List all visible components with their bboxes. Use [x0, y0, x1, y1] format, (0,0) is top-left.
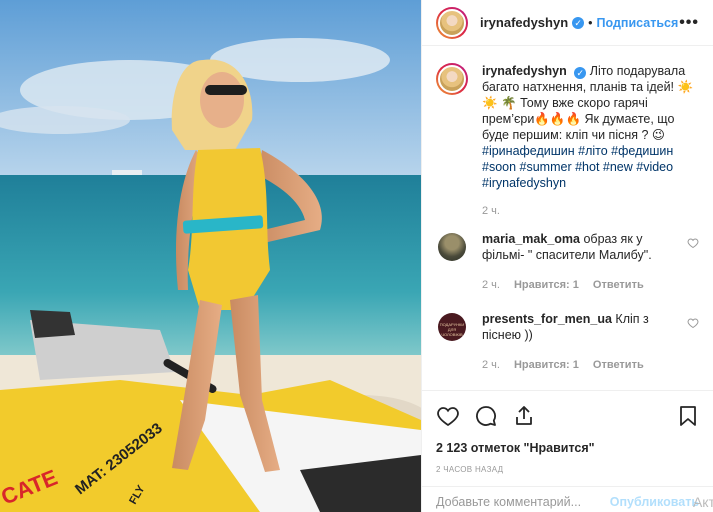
caption-meta: 2 ч.	[482, 205, 699, 217]
comment-bubble-icon[interactable]	[474, 404, 498, 428]
post-photo[interactable]: MAT: 23052033 FLY CATE	[0, 0, 421, 512]
action-icons	[436, 403, 699, 429]
posted-time[interactable]: 2 ЧАСОВ НАЗАД	[436, 465, 699, 474]
activation-watermark: Акт	[692, 494, 713, 510]
comment-body: maria_mak_oma образ як у фільмі- " спаси…	[482, 231, 687, 263]
caption-time[interactable]: 2 ч.	[482, 205, 500, 217]
bookmark-icon[interactable]	[677, 404, 699, 428]
comment-username[interactable]: presents_for_men_ua	[482, 312, 612, 326]
like-comment-heart-icon[interactable]	[687, 317, 699, 329]
comment-likes[interactable]: Нравится: 1	[514, 359, 579, 371]
reply-button[interactable]: Ответить	[593, 359, 644, 371]
likes-count[interactable]: 2 123 отметок "Нравится"	[436, 441, 699, 455]
like-heart-icon[interactable]	[436, 404, 460, 428]
reply-button[interactable]: Ответить	[593, 279, 644, 291]
verified-badge-icon: ✓	[572, 16, 585, 29]
add-comment-bar: Опубликовать Акт	[422, 486, 713, 512]
caption-body: irynafedyshyn ✓ Літо подарувала багато н…	[482, 63, 699, 191]
comments-list[interactable]: irynafedyshyn ✓ Літо подарувала багато н…	[422, 47, 713, 390]
caption: irynafedyshyn ✓ Літо подарувала багато н…	[436, 63, 699, 191]
comment-time[interactable]: 2 ч.	[482, 359, 500, 371]
comment-username[interactable]: maria_mak_oma	[482, 232, 580, 246]
beach-photo-illustration: MAT: 23052033 FLY CATE	[0, 0, 421, 512]
post-actions: 2 123 отметок "Нравится" 2 ЧАСОВ НАЗАД	[422, 390, 713, 474]
commenter-avatar[interactable]: ПОДАРУНКИ ДЛЯ ЧОЛОВІКІВ	[438, 313, 466, 341]
comment-time[interactable]: 2 ч.	[482, 279, 500, 291]
author-username[interactable]: irynafedyshyn	[480, 15, 568, 30]
comment-item: ПОДАРУНКИ ДЛЯ ЧОЛОВІКІВ presents_for_men…	[436, 311, 699, 343]
caption-hashtags[interactable]: #ірина­федишин #літо #федишин #soon #sum…	[482, 144, 673, 190]
comment-input[interactable]	[436, 494, 610, 509]
comment-body: presents_for_men_ua Кліп з піснею ))	[482, 311, 687, 343]
share-icon[interactable]	[512, 404, 536, 428]
comment-item: maria_mak_oma образ як у фільмі- " спаси…	[436, 231, 699, 263]
post-header: irynafedyshyn ✓ • Подписаться •••	[422, 0, 713, 46]
like-comment-heart-icon[interactable]	[687, 237, 699, 249]
follow-button[interactable]: Подписаться	[597, 16, 679, 30]
comment-likes[interactable]: Нравится: 1	[514, 279, 579, 291]
caption-avatar[interactable]	[436, 63, 468, 95]
post-side-panel: irynafedyshyn ✓ • Подписаться ••• irynaf…	[421, 0, 713, 512]
commenter-avatar[interactable]	[438, 233, 466, 261]
caption-username[interactable]: irynafedyshyn	[482, 64, 567, 78]
comment-meta: 2 ч. Нравится: 1 Ответить	[482, 359, 699, 371]
verified-badge-icon: ✓	[574, 67, 587, 79]
author-avatar[interactable]	[436, 6, 468, 39]
publish-button[interactable]: Опубликовать	[610, 495, 699, 509]
comment-meta: 2 ч. Нравится: 1 Ответить	[482, 279, 699, 291]
separator-dot: •	[588, 15, 593, 30]
more-options-icon[interactable]: •••	[679, 14, 699, 32]
